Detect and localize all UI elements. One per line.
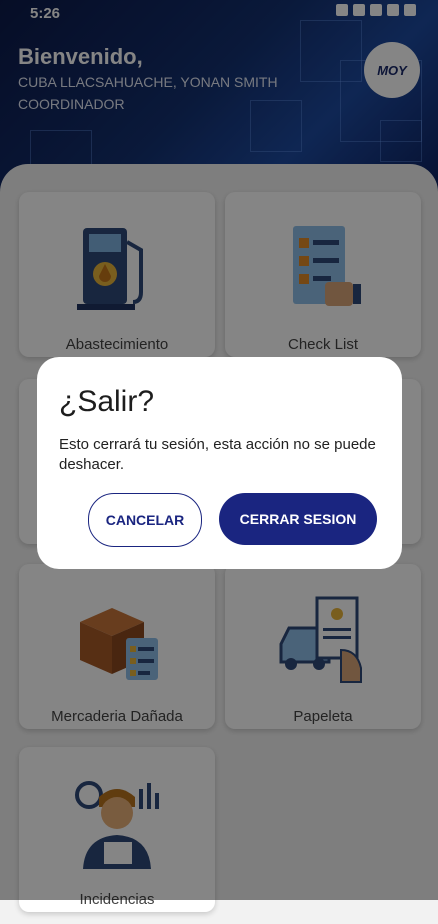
logout-button[interactable]: CERRAR SESION bbox=[219, 493, 377, 545]
logout-dialog: ¿Salir? Esto cerrará tu sesión, esta acc… bbox=[37, 357, 402, 569]
dialog-message: Esto cerrará tu sesión, esta acción no s… bbox=[59, 436, 376, 473]
dialog-title: ¿Salir? bbox=[59, 385, 155, 418]
cancel-button[interactable]: CANCELAR bbox=[88, 493, 202, 547]
